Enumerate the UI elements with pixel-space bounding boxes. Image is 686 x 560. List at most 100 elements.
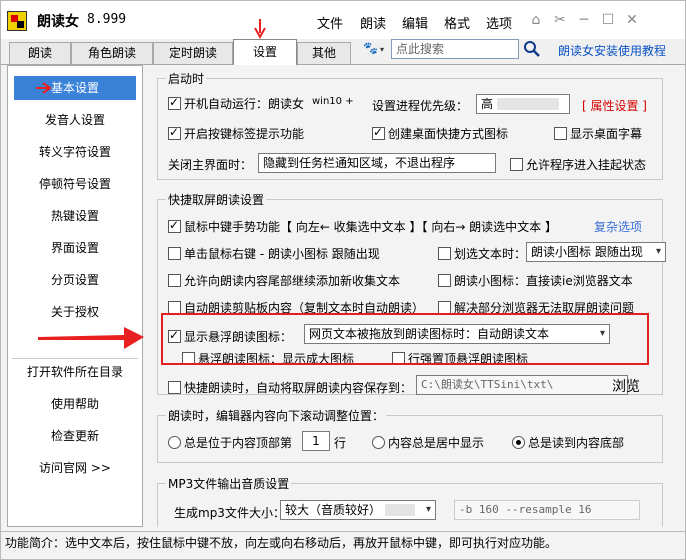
save-path-input[interactable]: C:\朗读女\TTSini\txt\	[416, 375, 628, 395]
priority-select[interactable]: 高	[476, 94, 570, 114]
lame-params-input[interactable]: -b 160 --resample 16	[454, 500, 640, 520]
mp3-size-select[interactable]: 较大（音质较好） ▾	[280, 500, 436, 520]
checkbox-box	[510, 158, 523, 171]
quick-capture-group: 快捷取屏朗读设置 鼠标中键手势功能【 向左← 收集选中文本 】【 向右→ 朗读选…	[157, 191, 666, 396]
select-text-checkbox[interactable]: 划选文本时：	[438, 245, 526, 262]
auto-save-checkbox[interactable]: 快捷朗读时，自动将取屏朗读内容保存到：	[168, 379, 412, 396]
desktop-shortcut-checkbox[interactable]: 创建桌面快捷方式图标	[372, 125, 508, 142]
sidebar-item-voice-settings[interactable]: 发音人设置	[8, 108, 142, 132]
checkbox-box	[438, 247, 451, 260]
main-window: 朗读女 8.999 文件 朗读 编辑 格式 选项 ⌂ ✂ ─ ☐ ✕ 朗读 角色…	[0, 0, 686, 560]
menu-options[interactable]: 选项	[486, 13, 512, 32]
highlight-frame	[161, 313, 649, 365]
allow-append-checkbox[interactable]: 允许向朗读内容尾部继续添加新收集文本	[168, 272, 400, 289]
restore-options-link[interactable]: 复杂选项	[594, 218, 642, 235]
settings-panel: 启动时 开机自动运行：朗读女 win10 + 设置进程优先级： 高 [ 属性设置…	[149, 65, 681, 527]
attribute-settings-link[interactable]: [ 属性设置 ]	[582, 97, 647, 114]
radio-dot	[168, 436, 181, 449]
redacted-blur	[385, 504, 415, 516]
red-arrow-down-icon	[254, 19, 266, 39]
scroll-top-radio[interactable]: 总是位于内容顶部第	[168, 434, 292, 451]
mp3-quality-group: MP3文件输出音质设置 生成mp3文件大小： 较大（音质较好） ▾ -b 160 …	[157, 475, 663, 527]
scroll-group-title: 朗读时，编辑器内容向下滚动调整位置：	[166, 407, 387, 424]
help-tutorial-link[interactable]: 朗读女安装使用教程	[558, 42, 666, 59]
radio-label: 总是读到内容底部	[528, 436, 625, 450]
sidebar-item-interface[interactable]: 界面设置	[8, 236, 142, 260]
close-icon[interactable]: ✕	[624, 12, 640, 28]
os-label: win10 +	[312, 96, 354, 107]
checkbox-label: 单击鼠标右键 - 朗读小图标 跟随出现	[184, 247, 380, 261]
autorun-checkbox[interactable]: 开机自动运行：朗读女	[168, 95, 304, 112]
radio-dot	[512, 436, 525, 449]
sidebar-item-visit-site[interactable]: 访问官网 >>	[8, 456, 142, 480]
home-icon[interactable]: ⌂	[528, 12, 544, 28]
checkbox-label: 朗读小图标：直接读ie浏览器文本	[454, 274, 633, 288]
checkbox-label: 开启按键标签提示功能	[184, 127, 305, 141]
search-input[interactable]: 点此搜索	[391, 39, 519, 59]
key-tag-tip-checkbox[interactable]: 开启按键标签提示功能	[168, 125, 304, 142]
tab-bar: 朗读 角色朗读 定时朗读 设置 其他 🐾 ▾ 点此搜索 朗读女安装使用教程	[1, 39, 685, 65]
settings-sidebar: 基本设置 发音人设置 转义字符设置 停顿符号设置 热键设置 界面设置 分页设置 …	[7, 65, 144, 527]
tab-other[interactable]: 其他	[297, 42, 351, 64]
sidebar-divider	[12, 358, 138, 359]
sidebar-item-basic-settings[interactable]: 基本设置	[14, 76, 136, 100]
menu-edit[interactable]: 编辑	[402, 13, 428, 32]
allow-suspend-checkbox[interactable]: 允许程序进入挂起状态	[510, 156, 646, 173]
browse-button[interactable]: 浏览	[612, 376, 640, 396]
radio-dot	[372, 436, 385, 449]
red-arrow-right-large-icon	[38, 327, 144, 349]
maximize-icon[interactable]: ☐	[600, 12, 616, 28]
checkbox-box	[168, 274, 181, 287]
menu-format[interactable]: 格式	[444, 13, 470, 32]
sidebar-item-hotkeys[interactable]: 热键设置	[8, 204, 142, 228]
app-title: 朗读女	[37, 14, 79, 30]
red-arrow-right-icon	[36, 82, 52, 94]
sidebar-item-check-update[interactable]: 检查更新	[8, 424, 142, 448]
right-click-checkbox[interactable]: 单击鼠标右键 - 朗读小图标 跟随出现	[168, 245, 380, 262]
mini-icon-ie-checkbox[interactable]: 朗读小图标：直接读ie浏览器文本	[438, 272, 633, 289]
sidebar-item-about-license[interactable]: 关于授权	[8, 300, 142, 324]
line-unit-label: 行	[334, 436, 347, 450]
tab-settings[interactable]: 设置	[233, 39, 297, 65]
sidebar-item-paging[interactable]: 分页设置	[8, 268, 142, 292]
startup-group: 启动时 开机自动运行：朗读女 win10 + 设置进程优先级： 高 [ 属性设置…	[157, 70, 663, 180]
search-icon[interactable]	[523, 40, 541, 58]
desktop-subtitle-checkbox[interactable]: 显示桌面字幕	[554, 125, 642, 142]
sidebar-item-escape-chars[interactable]: 转义字符设置	[8, 140, 142, 164]
select-value: 朗读小图标 跟随出现	[531, 245, 643, 259]
dropdown-arrow-icon[interactable]: ▾	[380, 45, 384, 54]
tab-role-read[interactable]: 角色朗读	[71, 42, 153, 64]
scroll-center-radio[interactable]: 内容总是居中显示	[372, 434, 484, 451]
title-bar: 朗读女 8.999 文件 朗读 编辑 格式 选项 ⌂ ✂ ─ ☐ ✕	[1, 1, 685, 39]
sidebar-item-help[interactable]: 使用帮助	[8, 392, 142, 416]
checkbox-box	[372, 125, 385, 140]
mp3-size-label: 生成mp3文件大小：	[174, 506, 285, 520]
top-line-number-input[interactable]: 1	[302, 431, 330, 451]
menu-file[interactable]: 文件	[317, 13, 343, 32]
checkbox-box	[168, 95, 181, 110]
menu-read[interactable]: 朗读	[360, 13, 386, 32]
checkbox-box	[168, 247, 181, 260]
minimize-icon[interactable]: ─	[576, 12, 592, 28]
middle-gesture-checkbox[interactable]: 鼠标中键手势功能【 向左← 收集选中文本 】【 向右→ 朗读选中文本 】	[168, 218, 557, 235]
select-value: 隐藏到任务栏通知区域，不退出程序	[263, 156, 456, 170]
paw-icon[interactable]: 🐾	[363, 41, 379, 57]
capture-group-title: 快捷取屏朗读设置	[166, 191, 267, 208]
close-behavior-label: 关闭主界面时：	[168, 158, 253, 172]
tools-icon[interactable]: ✂	[552, 12, 568, 28]
app-version: 8.999	[87, 12, 127, 27]
scroll-bottom-radio[interactable]: 总是读到内容底部	[512, 434, 624, 451]
select-text-dropdown[interactable]: 朗读小图标 跟随出现 ▾	[526, 242, 666, 262]
checkbox-label: 快捷朗读时，自动将取屏朗读内容保存到：	[184, 381, 413, 395]
close-behavior-select[interactable]: 隐藏到任务栏通知区域，不退出程序	[258, 153, 496, 173]
checkbox-box	[438, 274, 451, 287]
checkbox-label: 开机自动运行：朗读女	[184, 97, 305, 111]
sidebar-item-pause-symbols[interactable]: 停顿符号设置	[8, 172, 142, 196]
tab-timed-read[interactable]: 定时朗读	[153, 42, 233, 64]
chevron-down-icon: ▾	[425, 504, 431, 515]
checkbox-box	[168, 125, 181, 140]
tab-read[interactable]: 朗读	[9, 42, 71, 64]
scroll-position-group: 朗读时，编辑器内容向下滚动调整位置： 总是位于内容顶部第 1 行 内容总是居中显…	[157, 407, 663, 463]
checkbox-label: 允许程序进入挂起状态	[526, 158, 647, 172]
sidebar-item-open-dir[interactable]: 打开软件所在目录	[8, 360, 142, 384]
